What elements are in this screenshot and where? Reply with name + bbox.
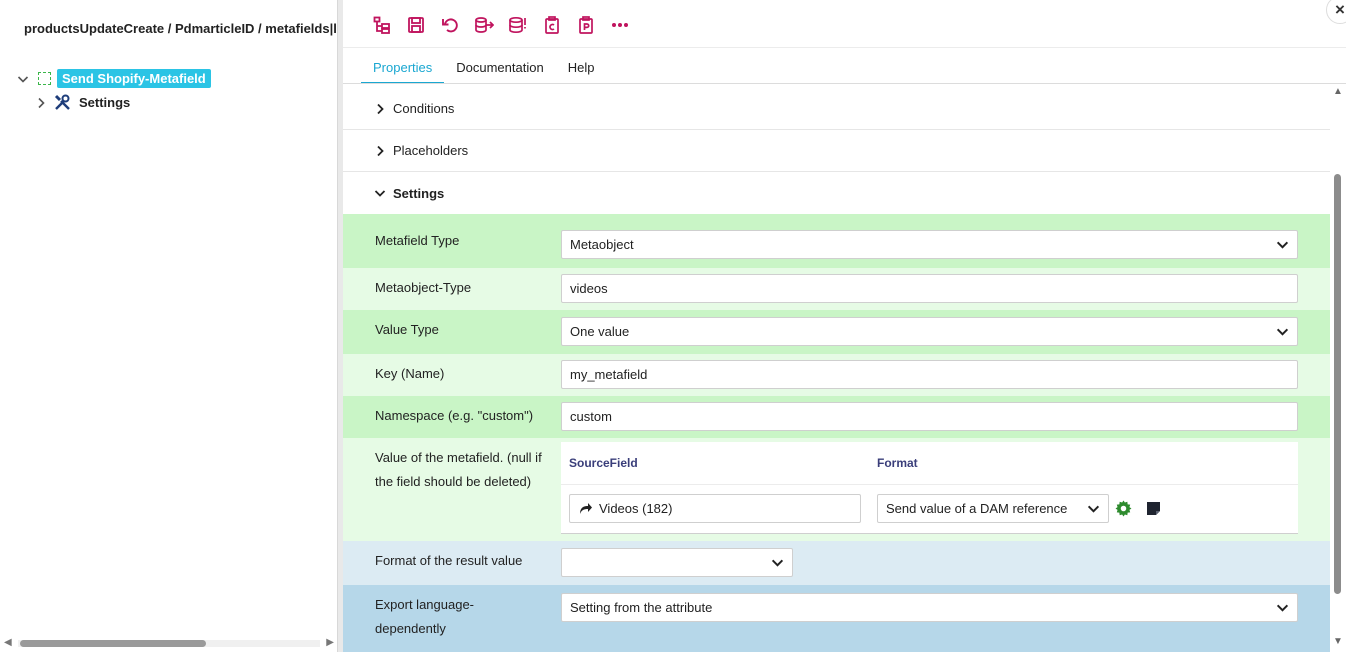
scroll-left-icon[interactable]: ◀ bbox=[4, 637, 12, 648]
select-value: Metaobject bbox=[570, 237, 634, 252]
gear-icon[interactable] bbox=[1115, 500, 1132, 517]
chevron-down-icon bbox=[1087, 502, 1100, 518]
scroll-right-icon[interactable]: ▶ bbox=[326, 637, 334, 648]
tree-node-label[interactable]: Settings bbox=[79, 95, 130, 110]
field-label: Key (Name) bbox=[375, 366, 445, 381]
chevron-right-icon bbox=[373, 102, 387, 116]
tree-node-label[interactable]: Send Shopify-Metafield bbox=[57, 69, 211, 88]
chevron-down-icon bbox=[771, 556, 784, 572]
sticky-note-icon[interactable] bbox=[1146, 501, 1161, 516]
section-title: Conditions bbox=[393, 101, 455, 116]
section-conditions[interactable]: Conditions bbox=[343, 88, 1330, 130]
vertical-scrollbar[interactable]: ▲ ▼ bbox=[1332, 84, 1344, 652]
chevron-down-icon[interactable] bbox=[16, 72, 30, 86]
scroll-thumb[interactable] bbox=[1334, 174, 1341, 594]
column-header-sourcefield: SourceField bbox=[569, 456, 638, 470]
undo-icon[interactable] bbox=[439, 14, 461, 36]
more-icon[interactable] bbox=[609, 14, 631, 36]
scroll-down-icon[interactable]: ▼ bbox=[1333, 636, 1343, 647]
dashed-node-icon bbox=[38, 72, 51, 85]
source-field-value: Videos (182) bbox=[599, 501, 673, 516]
tree-structure-icon[interactable] bbox=[371, 14, 393, 36]
horizontal-scrollbar[interactable]: ◀ ▶ bbox=[4, 637, 334, 649]
field-label: Metafield Type bbox=[375, 233, 460, 248]
field-label: Namespace (e.g. "custom") bbox=[375, 408, 534, 423]
database-icon[interactable] bbox=[507, 14, 529, 36]
namespace-input[interactable]: custom bbox=[561, 402, 1298, 431]
select-value: One value bbox=[570, 324, 630, 339]
chevron-right-icon[interactable] bbox=[34, 96, 48, 110]
table-divider bbox=[561, 484, 1298, 485]
tree-panel: productsUpdateCreate / PdmarticleID / me… bbox=[0, 0, 338, 652]
properties-dialog: × Properties Documentation Help Conditio… bbox=[343, 0, 1346, 652]
tools-icon bbox=[54, 94, 71, 111]
section-title: Settings bbox=[393, 185, 445, 201]
redirect-arrow-icon bbox=[578, 501, 593, 516]
clipboard-p-icon[interactable] bbox=[575, 14, 597, 36]
clipboard-c-icon[interactable] bbox=[541, 14, 563, 36]
row-metafield-value: Value of the metafield. (null if the fie… bbox=[343, 438, 1330, 541]
result-format-select[interactable] bbox=[561, 548, 793, 577]
row-metafield-type: Metafield Type Metaobject bbox=[343, 214, 1330, 268]
value-type-select[interactable]: One value bbox=[561, 317, 1298, 346]
chevron-down-icon bbox=[1276, 325, 1289, 341]
input-value: custom bbox=[570, 409, 612, 424]
chevron-right-icon bbox=[373, 144, 387, 158]
select-value: Send value of a DAM reference bbox=[886, 501, 1068, 516]
row-metaobject-type: Metaobject-Type videos bbox=[343, 268, 1330, 310]
export-language-select[interactable]: Setting from the attribute bbox=[561, 593, 1298, 622]
tab-help[interactable]: Help bbox=[556, 56, 607, 84]
column-header-format: Format bbox=[877, 456, 918, 470]
close-icon[interactable]: × bbox=[1326, 0, 1346, 24]
format-select[interactable]: Send value of a DAM reference bbox=[877, 494, 1109, 523]
metaobject-type-input[interactable]: videos bbox=[561, 274, 1298, 303]
row-export-language: Export language-dependently Setting from… bbox=[343, 585, 1330, 652]
tree-node-settings[interactable]: Settings bbox=[34, 94, 130, 111]
breadcrumb: productsUpdateCreate / PdmarticleID / me… bbox=[24, 21, 338, 36]
properties-content: Conditions Placeholders Settings Metafie… bbox=[343, 88, 1330, 652]
tab-divider bbox=[343, 83, 1346, 84]
source-field-input[interactable]: Videos (182) bbox=[569, 494, 861, 523]
metafield-type-select[interactable]: Metaobject bbox=[561, 230, 1298, 259]
row-key-name: Key (Name) my_metafield bbox=[343, 354, 1330, 396]
tree-node-send-shopify-metafield[interactable]: Send Shopify-Metafield bbox=[16, 69, 211, 88]
row-value-type: Value Type One value bbox=[343, 310, 1330, 354]
field-label: Value Type bbox=[375, 322, 439, 337]
key-name-input[interactable]: my_metafield bbox=[561, 360, 1298, 389]
tab-properties[interactable]: Properties bbox=[361, 56, 445, 84]
input-value: my_metafield bbox=[570, 367, 648, 382]
export-icon[interactable] bbox=[473, 14, 495, 36]
field-label: Export language-dependently bbox=[375, 597, 475, 636]
chevron-down-icon bbox=[1276, 238, 1289, 254]
toolbar: × bbox=[343, 0, 1346, 48]
tab-documentation[interactable]: Documentation bbox=[444, 56, 555, 84]
field-label: Value of the metafield. (null if the fie… bbox=[375, 450, 542, 489]
select-value: Setting from the attribute bbox=[570, 600, 713, 615]
scroll-thumb[interactable] bbox=[20, 640, 206, 647]
field-label: Format of the result value bbox=[375, 553, 523, 568]
chevron-down-icon bbox=[373, 186, 387, 200]
field-label: Metaobject-Type bbox=[375, 280, 472, 295]
row-namespace: Namespace (e.g. "custom") custom bbox=[343, 396, 1330, 438]
value-mapping-table: SourceField Format Videos (182) Send val… bbox=[561, 442, 1298, 534]
chevron-down-icon bbox=[1276, 601, 1289, 617]
input-value: videos bbox=[570, 281, 608, 296]
section-title: Placeholders bbox=[393, 143, 469, 158]
scroll-up-icon[interactable]: ▲ bbox=[1333, 86, 1343, 97]
section-settings[interactable]: Settings bbox=[343, 172, 1330, 214]
section-placeholders[interactable]: Placeholders bbox=[343, 130, 1330, 172]
tab-bar: Properties Documentation Help bbox=[361, 56, 606, 84]
save-icon[interactable] bbox=[405, 14, 427, 36]
row-result-format: Format of the result value bbox=[343, 541, 1330, 585]
